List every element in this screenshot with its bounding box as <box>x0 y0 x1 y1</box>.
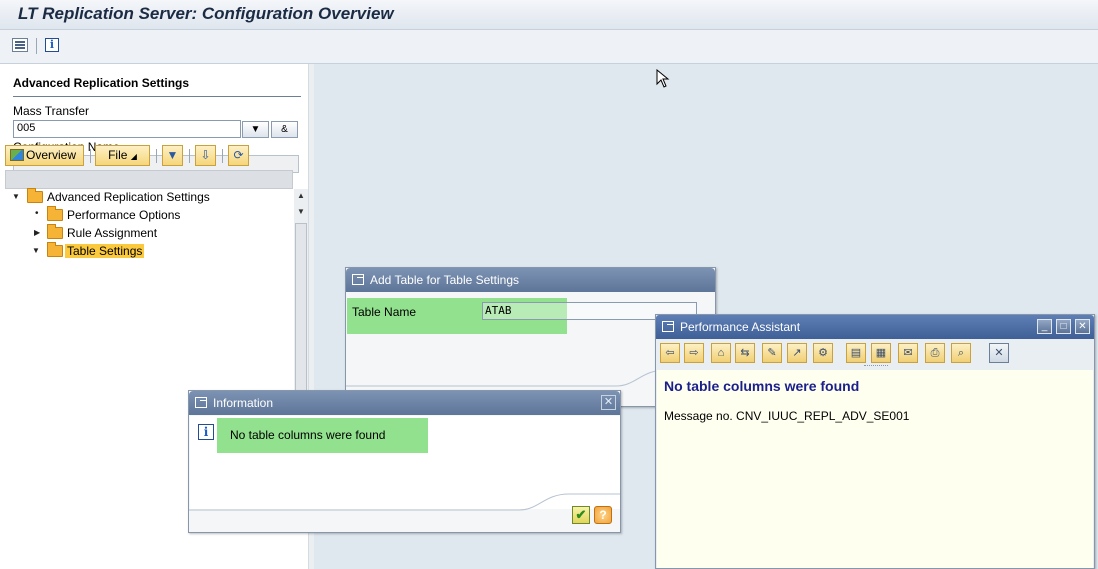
menu-arrow-icon: ◢ <box>130 152 137 161</box>
assistant-heading: No table columns were found <box>664 378 860 394</box>
leaf-dot-icon: • <box>35 208 39 219</box>
tree-item-table-settings[interactable]: ▼ Table Settings <box>5 242 305 261</box>
settings-icon[interactable]: ⚙ <box>813 343 833 363</box>
window-title: Performance Assistant <box>680 320 801 334</box>
book-icon[interactable]: ▤ <box>846 343 866 363</box>
dialog-title: Information <box>213 396 274 410</box>
forward-arrow-icon[interactable]: ⇨ <box>684 343 704 363</box>
performance-assistant-window: Performance Assistant _ □ ✕ ⇦ ⇨ ⌂ ⇆ ✎ ↗ … <box>655 314 1095 569</box>
window-icon <box>662 321 674 332</box>
scroll-down-icon[interactable]: ▼ <box>297 207 305 216</box>
overview-label: Overview <box>26 148 77 162</box>
tree-header <box>5 170 293 189</box>
back-arrow-icon[interactable]: ⇦ <box>660 343 680 363</box>
info-message: No table columns were found <box>230 428 386 442</box>
refresh-icon[interactable]: ⟳ <box>228 145 249 166</box>
tree-item-performance-options[interactable]: • Performance Options <box>5 206 305 225</box>
close-icon[interactable]: ✕ <box>989 343 1009 363</box>
nav-separator <box>90 149 91 163</box>
close-icon[interactable]: ✕ <box>601 395 616 410</box>
tree-item-label: Table Settings <box>65 244 145 258</box>
resize-grip[interactable] <box>864 365 888 367</box>
nav-separator <box>222 149 223 163</box>
navigation-toolbar: Overview File ◢ ▼ ⇩ ⟳ <box>5 145 295 169</box>
scroll-up-icon[interactable]: ▲ <box>297 191 305 200</box>
dialog-header: Information ✕ <box>189 391 620 415</box>
window-title: LT Replication Server: Configuration Ove… <box>18 4 394 23</box>
overview-button[interactable]: Overview <box>5 145 84 166</box>
pointer-icon[interactable]: ↗ <box>787 343 807 363</box>
tree-item-label: Performance Options <box>67 208 181 222</box>
open-folder-icon <box>27 188 43 203</box>
dialog-icon <box>352 274 364 285</box>
expand-icon: ▶ <box>34 228 41 237</box>
assistant-toolbar: ⇦ ⇨ ⌂ ⇆ ✎ ↗ ⚙ ▤ ▦ ✉ ⎙ ⌕ ✕ <box>657 341 1093 367</box>
tree-item-advanced-replication-settings[interactable]: ▼ Advanced Replication Settings <box>5 188 305 207</box>
open-folder-icon <box>47 242 63 257</box>
tree-item-label: Advanced Replication Settings <box>47 190 210 204</box>
nav-separator <box>156 149 157 163</box>
comment-icon[interactable]: ✉ <box>898 343 918 363</box>
close-icon[interactable]: ✕ <box>1075 319 1090 334</box>
section-title: Advanced Replication Settings <box>13 76 190 90</box>
mass-transfer-label: Mass Transfer <box>13 104 90 118</box>
find-icon[interactable]: ⌕ <box>951 343 971 363</box>
info-icon: i <box>198 424 214 440</box>
dialog-title: Add Table for Table Settings <box>370 273 519 287</box>
list-icon[interactable] <box>12 38 28 52</box>
print-icon[interactable]: ⎙ <box>925 343 945 363</box>
toolbar-separator <box>36 38 37 54</box>
mouse-cursor-icon <box>656 69 670 88</box>
layout-icon[interactable]: ▦ <box>871 343 891 363</box>
title-bar: LT Replication Server: Configuration Ove… <box>0 0 1098 30</box>
collapse-icon: ▼ <box>12 192 20 201</box>
table-name-label: Table Name <box>352 305 417 319</box>
file-label: File <box>108 148 128 162</box>
ok-checkmark-button[interactable]: ✔ <box>572 506 590 524</box>
glasses-icon[interactable]: & <box>271 121 298 138</box>
file-menu-button[interactable]: File ◢ <box>95 145 150 166</box>
information-dialog: Information ✕ i No table columns were fo… <box>188 390 621 533</box>
dialog-curve <box>189 493 620 511</box>
section-divider <box>13 96 301 97</box>
nav-separator <box>189 149 190 163</box>
folder-icon <box>47 224 63 239</box>
filter-icon[interactable]: ▼ <box>162 145 183 166</box>
assistant-body: No table columns were found Message no. … <box>657 370 1093 568</box>
tree-item-label: Rule Assignment <box>67 226 158 240</box>
collapse-icon: ▼ <box>32 246 40 255</box>
mass-transfer-input[interactable]: 005 <box>13 120 241 138</box>
mountain-icon <box>10 149 24 161</box>
help-button[interactable]: ? <box>594 506 612 524</box>
folder-icon <box>47 206 63 221</box>
window-header: Performance Assistant _ □ ✕ <box>656 315 1094 339</box>
maximize-icon[interactable]: □ <box>1056 319 1071 334</box>
edit-icon[interactable]: ✎ <box>762 343 782 363</box>
message-number: Message no. CNV_IUUC_REPL_ADV_SE001 <box>664 409 910 423</box>
download-icon[interactable]: ⇩ <box>195 145 216 166</box>
minimize-icon[interactable]: _ <box>1037 319 1052 334</box>
dialog-icon <box>195 397 207 408</box>
application-toolbar: i <box>0 30 1098 64</box>
info-icon[interactable]: i <box>45 38 59 52</box>
dropdown-button[interactable]: ▼ <box>242 121 269 138</box>
link-icon[interactable]: ⇆ <box>735 343 755 363</box>
tree-item-rule-assignment[interactable]: ▶ Rule Assignment <box>5 224 305 243</box>
dialog-header: Add Table for Table Settings <box>346 268 715 292</box>
structure-icon[interactable]: ⌂ <box>711 343 731 363</box>
